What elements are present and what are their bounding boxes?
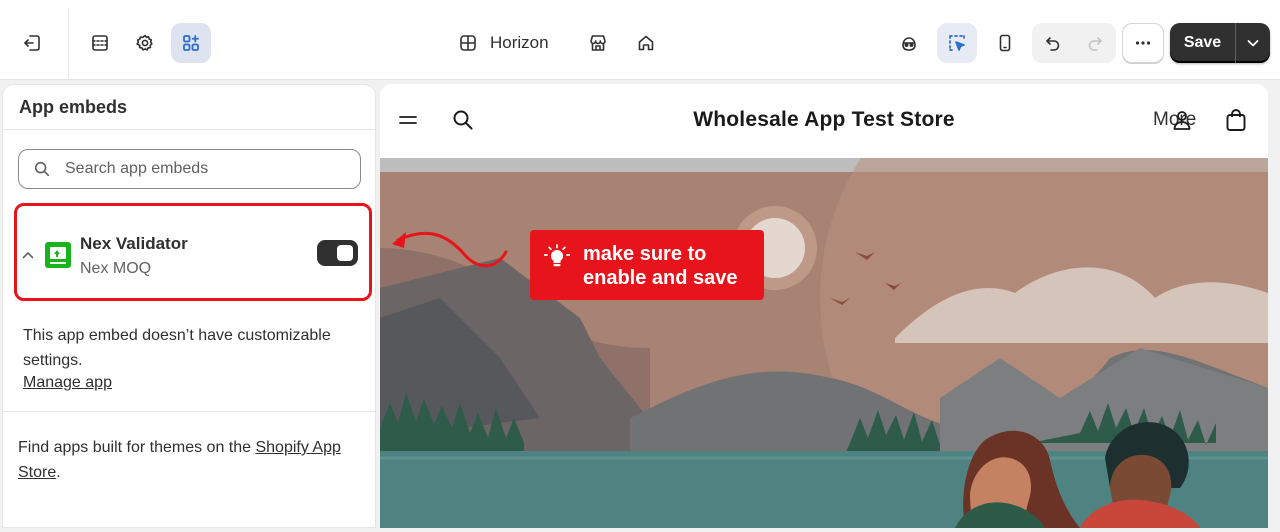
callout-line-2: enable and save bbox=[583, 267, 738, 289]
theme-name-label: Horizon bbox=[490, 33, 549, 52]
annotation-callout: make sure to enable and save bbox=[530, 230, 764, 300]
find-suffix: . bbox=[56, 464, 61, 481]
more-actions-button[interactable] bbox=[1122, 23, 1164, 63]
sections-icon bbox=[92, 35, 108, 51]
callout-text: make sure to enable and save bbox=[583, 242, 738, 290]
chevron-down-icon bbox=[1247, 40, 1259, 47]
theme-icon bbox=[460, 35, 476, 51]
sidekick-button[interactable] bbox=[889, 23, 929, 63]
sections-button[interactable] bbox=[80, 23, 120, 63]
panel-divider bbox=[3, 411, 375, 412]
chevron-up-icon[interactable] bbox=[21, 248, 35, 262]
panel-divider bbox=[3, 129, 375, 130]
find-apps-text: Find apps built for themes on the Shopif… bbox=[18, 435, 368, 485]
home-icon bbox=[638, 35, 654, 51]
sidekick-icon bbox=[902, 37, 916, 51]
app-embed-card: Nex Validator Nex MOQ bbox=[14, 203, 372, 301]
panel-title: App embeds bbox=[19, 97, 128, 117]
search-icon bbox=[34, 161, 50, 177]
embed-note: This app embed doesn’t have customizable… bbox=[23, 327, 331, 369]
undo-redo-group bbox=[1032, 23, 1116, 63]
store-button[interactable] bbox=[578, 23, 618, 63]
undo-icon bbox=[1046, 37, 1060, 51]
store-icon bbox=[590, 35, 606, 51]
account-icon[interactable] bbox=[1171, 109, 1193, 131]
callout-line-1: make sure to bbox=[583, 243, 707, 265]
manage-app-link-wrap: Manage app bbox=[23, 374, 112, 392]
save-options-button[interactable] bbox=[1236, 23, 1270, 63]
search-field[interactable] bbox=[18, 149, 361, 189]
exit-button[interactable] bbox=[12, 23, 52, 63]
app-embed-name: Nex Validator bbox=[80, 234, 188, 253]
save-button[interactable]: Save bbox=[1170, 23, 1236, 63]
toolbar-divider bbox=[68, 8, 69, 78]
gear-icon bbox=[136, 34, 153, 51]
app-embeds-panel: App embeds Nex Validator Nex MOQ This ap… bbox=[2, 84, 376, 528]
store-header: Wholesale App Test Store More bbox=[380, 84, 1268, 156]
find-prefix: Find apps built for themes on the bbox=[18, 439, 256, 456]
cart-icon[interactable] bbox=[1225, 108, 1247, 132]
hero-illustration bbox=[380, 158, 1268, 528]
home-button[interactable] bbox=[626, 23, 666, 63]
app-embeds-button[interactable] bbox=[171, 23, 211, 63]
select-cursor-icon bbox=[949, 35, 965, 51]
top-toolbar: Horizon Save bbox=[0, 0, 1280, 80]
ellipsis-icon bbox=[1135, 41, 1151, 45]
store-preview: Wholesale App Test Store More bbox=[380, 84, 1268, 528]
store-title: Wholesale App Test Store bbox=[693, 108, 955, 131]
redo-icon bbox=[1088, 37, 1102, 51]
manage-app-link[interactable]: Manage app bbox=[23, 374, 112, 391]
save-group: Save bbox=[1170, 23, 1270, 63]
app-logo-icon bbox=[45, 242, 71, 268]
exit-icon bbox=[24, 35, 40, 51]
app-embed-subtitle: Nex MOQ bbox=[80, 260, 152, 277]
undo-button[interactable] bbox=[1032, 23, 1074, 63]
toggle-knob bbox=[337, 245, 353, 261]
mobile-icon bbox=[999, 34, 1011, 52]
inspector-button[interactable] bbox=[937, 23, 977, 63]
theme-selector[interactable]: Horizon bbox=[458, 24, 549, 62]
annotation-arrow bbox=[392, 231, 508, 268]
mobile-preview-button[interactable] bbox=[985, 23, 1025, 63]
theme-settings-button[interactable] bbox=[125, 23, 165, 63]
search-input[interactable] bbox=[65, 160, 345, 178]
lightbulb-icon bbox=[544, 244, 570, 267]
redo-button[interactable] bbox=[1074, 23, 1116, 63]
enable-toggle[interactable] bbox=[317, 240, 358, 266]
apps-icon bbox=[183, 35, 199, 51]
